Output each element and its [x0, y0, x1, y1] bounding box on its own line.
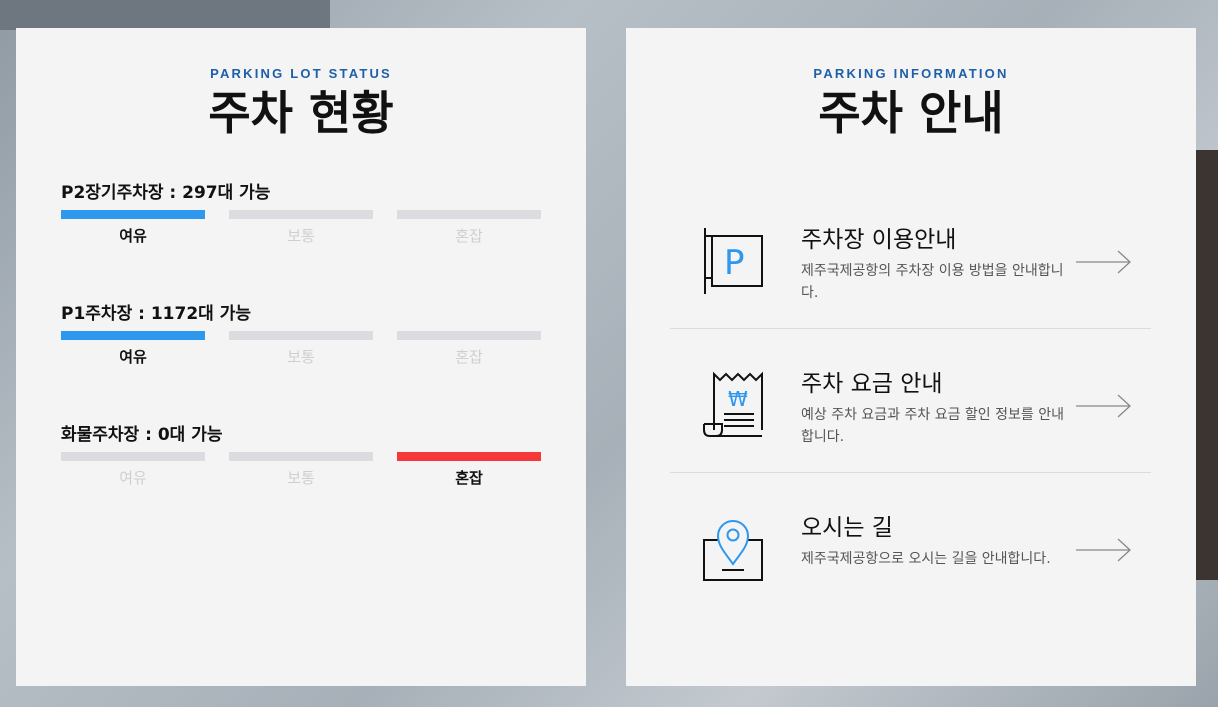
- info-item-desc: 예상 주차 요금과 주차 요금 할인 정보를 안내합니다.: [801, 407, 1064, 445]
- level-normal: 보통: [229, 452, 373, 488]
- info-item-directions[interactable]: 오시는 길 제주국제공항으로 오시는 길을 안내합니다.: [670, 472, 1151, 616]
- info-eyebrow: PARKING INFORMATION: [813, 66, 1009, 81]
- lot-p2: P2장기주차장 : 297대 가능 여유 보통 혼잡: [61, 178, 541, 245]
- parking-info-panel: PARKING INFORMATION 주차 안내 P 주차장 이용안내 제주국…: [626, 28, 1196, 686]
- arrow-right-icon[interactable]: [1076, 250, 1132, 274]
- level-label: 여유: [119, 469, 147, 487]
- status-title: 주차 현황: [208, 86, 394, 140]
- info-item-parking-fee[interactable]: ₩ 주차 요금 안내 예상 주차 요금과 주차 요금 할인 정보를 안내합니다.: [670, 328, 1151, 472]
- svg-text:P: P: [724, 243, 745, 283]
- level-label: 여유: [119, 348, 147, 366]
- lot-p1: P1주차장 : 1172대 가능 여유 보통 혼잡: [61, 299, 541, 366]
- congestion-bar: 여유 보통 혼잡: [61, 331, 541, 371]
- arrow-right-icon[interactable]: [1076, 538, 1132, 562]
- level-busy: 혼잡: [397, 210, 541, 246]
- level-busy: 혼잡: [397, 452, 541, 488]
- level-normal: 보통: [229, 210, 373, 246]
- level-relaxed: 여유: [61, 452, 205, 488]
- status-eyebrow: PARKING LOT STATUS: [210, 66, 392, 81]
- parking-sign-icon: P: [704, 228, 763, 294]
- level-label: 혼잡: [455, 348, 483, 366]
- congestion-bar: 여유 보통 혼잡: [61, 210, 541, 250]
- info-item-parking-usage[interactable]: P 주차장 이용안내 제주국제공항의 주차장 이용 방법을 안내합니다.: [670, 184, 1151, 328]
- lot-cargo: 화물주차장 : 0대 가능 여유 보통 혼잡: [61, 420, 541, 487]
- lot-title: P2장기주차장 : 297대 가능: [61, 183, 271, 203]
- level-relaxed: 여유: [61, 331, 205, 367]
- info-item-title: 주차장 이용안내: [801, 227, 957, 253]
- lot-title: 화물주차장 : 0대 가능: [61, 425, 223, 445]
- svg-text:₩: ₩: [728, 387, 748, 411]
- level-label: 혼잡: [455, 469, 483, 487]
- info-item-title: 오시는 길: [801, 515, 893, 541]
- level-normal: 보통: [229, 331, 373, 367]
- info-item-desc: 제주국제공항으로 오시는 길을 안내합니다.: [801, 551, 1051, 567]
- level-label: 보통: [287, 348, 315, 366]
- info-item-title: 주차 요금 안내: [801, 371, 943, 397]
- level-label: 여유: [119, 227, 147, 245]
- receipt-won-icon: ₩: [703, 371, 763, 437]
- location-pin-icon: [703, 520, 763, 581]
- level-label: 혼잡: [455, 227, 483, 245]
- level-label: 보통: [287, 469, 315, 487]
- level-label: 보통: [287, 227, 315, 245]
- info-title: 주차 안내: [818, 86, 1004, 140]
- info-item-desc: 제주국제공항의 주차장 이용 방법을 안내합니다.: [801, 263, 1064, 301]
- level-busy: 혼잡: [397, 331, 541, 367]
- background-shadow: [0, 0, 330, 30]
- arrow-right-icon[interactable]: [1076, 394, 1132, 418]
- lot-title: P1주차장 : 1172대 가능: [61, 304, 251, 324]
- congestion-bar: 여유 보통 혼잡: [61, 452, 541, 492]
- background-object: [1196, 150, 1218, 580]
- level-relaxed: 여유: [61, 210, 205, 246]
- parking-status-panel: PARKING LOT STATUS 주차 현황 P2장기주차장 : 297대 …: [16, 28, 586, 686]
